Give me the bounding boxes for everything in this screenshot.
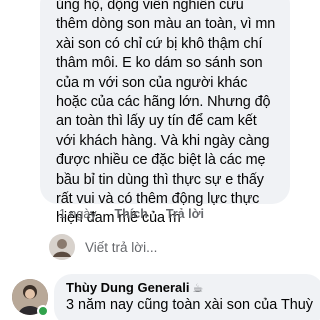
coffee-icon: ☕ — [192, 281, 204, 295]
next-comment-text: 3 năm nay cũng toàn xài son của Thuỳ — [66, 297, 313, 313]
comment-line: bầu bỉ tin dùng thì thực sự e thấy — [56, 171, 264, 188]
comment-line: thâm môi. E ko dám so sánh son — [56, 55, 263, 72]
next-comment: Thùy Dung Generali ☕ 3 năm nay cũng toàn … — [0, 274, 320, 320]
comment-line: của m với son của người khác — [56, 74, 248, 91]
comment-line: hoặc của các hãng lớn. Nhưng độ — [56, 94, 271, 111]
comment-line: xài son có chỉ cứ bị khô thậm chí — [56, 35, 263, 52]
reply-row: Viết trả lời... — [45, 230, 320, 264]
comment-timestamp[interactable]: 1 ngày — [59, 207, 97, 221]
comment-line: thêm dòng son màu an toàn, vì mn — [56, 16, 276, 33]
comment-line: an toàn thì lấy uy tín để cam kết — [56, 113, 257, 130]
commenter-name[interactable]: Thùy Dung Generali ☕ — [66, 280, 203, 295]
user-avatar-icon — [49, 234, 75, 260]
comment-line: với khách hàng. Và khi ngày càng — [56, 132, 270, 149]
reply-input[interactable]: Viết trả lời... — [83, 231, 320, 263]
reply-button[interactable]: Trả lời — [166, 207, 204, 221]
comment-actions: 1 ngày Thích Trả lời — [59, 206, 204, 222]
online-status-dot — [37, 305, 49, 317]
current-user-avatar — [49, 234, 75, 260]
comment-line: được nhiều ce đặc biệt là các mẹ — [56, 152, 266, 169]
commenter-name-text[interactable]: Thùy Dung Generali — [66, 280, 190, 295]
comment-line: ủng hộ, động viên nghiên cứu — [56, 0, 244, 13]
comment-text: ủng hộ, động viên nghiên cứu thêm dòng s… — [56, 0, 292, 229]
like-button[interactable]: Thích — [115, 207, 148, 221]
